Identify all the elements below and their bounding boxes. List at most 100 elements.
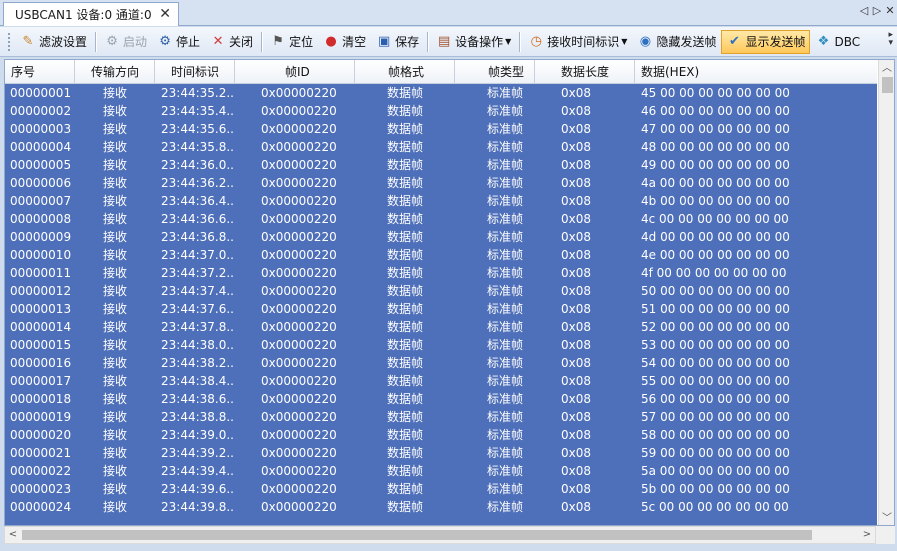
table-row[interactable]: 00000003 接收 23:44:35.6... 0x00000220 数据帧 标准帧 0… bbox=[5, 120, 877, 138]
cell-frame-id: 0x00000220 bbox=[261, 374, 337, 388]
table-row[interactable]: 00000009 接收 23:44:36.8... 0x00000220 数据帧 标准帧 0… bbox=[5, 228, 877, 246]
clear-button[interactable]: ● 清空 bbox=[318, 30, 371, 54]
column-header-data-length[interactable]: 数据长度 bbox=[535, 60, 635, 84]
cell-frame-id: 0x00000220 bbox=[261, 500, 337, 514]
table-row[interactable]: 00000007 接收 23:44:36.4... 0x00000220 数据帧 标准帧 0… bbox=[5, 192, 877, 210]
scroll-right-icon[interactable]: > bbox=[859, 527, 875, 543]
save-button[interactable]: ▣ 保存 bbox=[371, 30, 424, 54]
cell-direction: 接收 bbox=[103, 338, 128, 352]
dbc-button[interactable]: ❖ DBC bbox=[810, 30, 865, 54]
table-row[interactable]: 00000011 接收 23:44:37.2... 0x00000220 数据帧 标准帧 0… bbox=[5, 264, 877, 282]
cell-time: 23:44:37.0... bbox=[161, 248, 235, 262]
cell-seq: 00000004 bbox=[10, 140, 72, 154]
cell-frame-format: 数据帧 bbox=[387, 122, 424, 136]
column-header-time[interactable]: 时间标识 bbox=[155, 60, 235, 84]
table-row[interactable]: 00000017 接收 23:44:38.4... 0x00000220 数据帧 标准帧 0… bbox=[5, 372, 877, 390]
tab-strip: USBCAN1 设备:0 通道:0 ✕ ◁ ▷ ✕ bbox=[0, 0, 897, 26]
table-row[interactable]: 00000020 接收 23:44:39.0... 0x00000220 数据帧 标准帧 0… bbox=[5, 426, 877, 444]
column-header-frame-id[interactable]: 帧ID bbox=[235, 60, 355, 84]
scroll-left-icon[interactable]: < bbox=[5, 527, 21, 543]
cell-frame-format: 数据帧 bbox=[387, 230, 424, 244]
table-row[interactable]: 00000015 接收 23:44:38.0... 0x00000220 数据帧 标准帧 0… bbox=[5, 336, 877, 354]
column-header-frame-type[interactable]: 帧类型 bbox=[455, 60, 535, 84]
tab-title: USBCAN1 设备:0 通道:0 bbox=[15, 8, 152, 22]
table-row[interactable]: 00000013 接收 23:44:37.6... 0x00000220 数据帧 标准帧 0… bbox=[5, 300, 877, 318]
column-header-seq[interactable]: 序号 bbox=[5, 60, 75, 84]
cell-frame-type: 标准帧 bbox=[487, 320, 524, 334]
cell-frame-id: 0x00000220 bbox=[261, 266, 337, 280]
column-header-frame-format[interactable]: 帧格式 bbox=[355, 60, 455, 84]
table-row[interactable]: 00000016 接收 23:44:38.2... 0x00000220 数据帧 标准帧 0… bbox=[5, 354, 877, 372]
start-icon: ⚙ bbox=[106, 33, 118, 49]
cell-seq: 00000007 bbox=[10, 194, 72, 208]
cell-time: 23:44:37.2... bbox=[161, 266, 235, 280]
close-window-icon[interactable]: ✕ bbox=[885, 4, 895, 17]
cell-direction: 接收 bbox=[103, 320, 128, 334]
toolbar-separator bbox=[427, 31, 429, 52]
recv-time-dropdown[interactable]: ◷ 接收时间标识 ▼ bbox=[523, 30, 632, 54]
cell-frame-format: 数据帧 bbox=[387, 140, 424, 154]
cell-time: 23:44:35.2... bbox=[161, 86, 235, 100]
table-row[interactable]: 00000006 接收 23:44:36.2... 0x00000220 数据帧 标准帧 0… bbox=[5, 174, 877, 192]
cell-time: 23:44:39.8... bbox=[161, 500, 235, 514]
table-row[interactable]: 00000001 接收 23:44:35.2... 0x00000220 数据帧 标准帧 0… bbox=[5, 84, 877, 102]
scroll-down-icon[interactable]: ﹀ bbox=[879, 510, 894, 525]
table-row[interactable]: 00000021 接收 23:44:39.2... 0x00000220 数据帧 标准帧 0… bbox=[5, 444, 877, 462]
stop-button[interactable]: ⚙ 停止 bbox=[152, 30, 205, 54]
table-row[interactable]: 00000005 接收 23:44:36.0... 0x00000220 数据帧 标准帧 0… bbox=[5, 156, 877, 174]
scroll-up-icon[interactable]: ︿ bbox=[879, 60, 894, 77]
table-row[interactable]: 00000010 接收 23:44:37.0... 0x00000220 数据帧 标准帧 0… bbox=[5, 246, 877, 264]
table-row[interactable]: 00000012 接收 23:44:37.4... 0x00000220 数据帧 标准帧 0… bbox=[5, 282, 877, 300]
close-device-button[interactable]: ✕ 关闭 bbox=[205, 30, 258, 54]
start-button[interactable]: ⚙ 启动 bbox=[99, 30, 152, 54]
table-row[interactable]: 00000022 接收 23:44:39.4... 0x00000220 数据帧 标准帧 0… bbox=[5, 462, 877, 480]
device-ops-dropdown[interactable]: ▤ 设备操作 ▼ bbox=[431, 30, 516, 54]
cell-seq: 00000011 bbox=[10, 266, 72, 280]
hide-sent-button[interactable]: ◉ 隐藏发送帧 bbox=[632, 30, 721, 54]
cell-direction: 接收 bbox=[103, 158, 128, 172]
cell-data-hex: 56 00 00 00 00 00 00 00 bbox=[641, 392, 790, 406]
filter-button[interactable]: ✎ 滤波设置 bbox=[15, 30, 92, 54]
cell-frame-type: 标准帧 bbox=[487, 500, 524, 514]
prev-tab-icon[interactable]: ◁ bbox=[859, 4, 869, 17]
cell-data-hex: 54 00 00 00 00 00 00 00 bbox=[641, 356, 790, 370]
locate-button[interactable]: ⚑ 定位 bbox=[265, 30, 318, 54]
vertical-scroll-thumb[interactable] bbox=[882, 77, 893, 93]
cell-data-length: 0x08 bbox=[561, 392, 592, 406]
locate-icon: ⚑ bbox=[272, 33, 284, 49]
cell-frame-format: 数据帧 bbox=[387, 284, 424, 298]
table-row[interactable]: 00000019 接收 23:44:38.8... 0x00000220 数据帧 标准帧 0… bbox=[5, 408, 877, 426]
column-header-data-hex[interactable]: 数据(HEX) bbox=[635, 60, 877, 84]
tab-close-icon[interactable]: ✕ bbox=[159, 6, 171, 22]
table-row[interactable]: 00000023 接收 23:44:39.6... 0x00000220 数据帧 标准帧 0… bbox=[5, 480, 877, 498]
table-row[interactable]: 00000004 接收 23:44:35.8... 0x00000220 数据帧 标准帧 0… bbox=[5, 138, 877, 156]
tab-usbcan1[interactable]: USBCAN1 设备:0 通道:0 ✕ bbox=[3, 2, 179, 26]
cell-data-length: 0x08 bbox=[561, 104, 592, 118]
horizontal-scrollbar[interactable]: < > bbox=[4, 526, 876, 544]
cell-frame-id: 0x00000220 bbox=[261, 176, 337, 190]
cell-direction: 接收 bbox=[103, 464, 128, 478]
cell-frame-id: 0x00000220 bbox=[261, 212, 337, 226]
cell-frame-type: 标准帧 bbox=[487, 194, 524, 208]
horizontal-scroll-thumb[interactable] bbox=[22, 530, 812, 540]
column-header-direction[interactable]: 传输方向 bbox=[75, 60, 155, 84]
show-sent-button[interactable]: ✔ 显示发送帧 bbox=[721, 29, 811, 54]
cell-time: 23:44:39.6... bbox=[161, 482, 235, 496]
device-icon: ▤ bbox=[437, 33, 451, 49]
table-row[interactable]: 00000018 接收 23:44:38.6... 0x00000220 数据帧 标准帧 0… bbox=[5, 390, 877, 408]
table-row[interactable]: 00000002 接收 23:44:35.4... 0x00000220 数据帧 标准帧 0… bbox=[5, 102, 877, 120]
cell-direction: 接收 bbox=[103, 392, 128, 406]
cell-time: 23:44:38.0... bbox=[161, 338, 235, 352]
table-row[interactable]: 00000008 接收 23:44:36.6... 0x00000220 数据帧 标准帧 0… bbox=[5, 210, 877, 228]
toolbar-grip[interactable] bbox=[8, 32, 11, 51]
cell-frame-type: 标准帧 bbox=[487, 446, 524, 460]
cell-time: 23:44:38.8... bbox=[161, 410, 235, 424]
toolbar-overflow-icon[interactable]: ▸ ▾ bbox=[888, 31, 893, 48]
vertical-scrollbar[interactable]: ︿ ﹀ bbox=[878, 60, 894, 525]
scroll-corner bbox=[876, 526, 895, 544]
next-tab-icon[interactable]: ▷ bbox=[872, 4, 882, 17]
table-row[interactable]: 00000024 接收 23:44:39.8... 0x00000220 数据帧 标准帧 0… bbox=[5, 498, 877, 516]
cell-data-hex: 4a 00 00 00 00 00 00 00 bbox=[641, 176, 790, 190]
toolbar-separator bbox=[519, 31, 521, 52]
table-row[interactable]: 00000014 接收 23:44:37.8... 0x00000220 数据帧 标准帧 0… bbox=[5, 318, 877, 336]
